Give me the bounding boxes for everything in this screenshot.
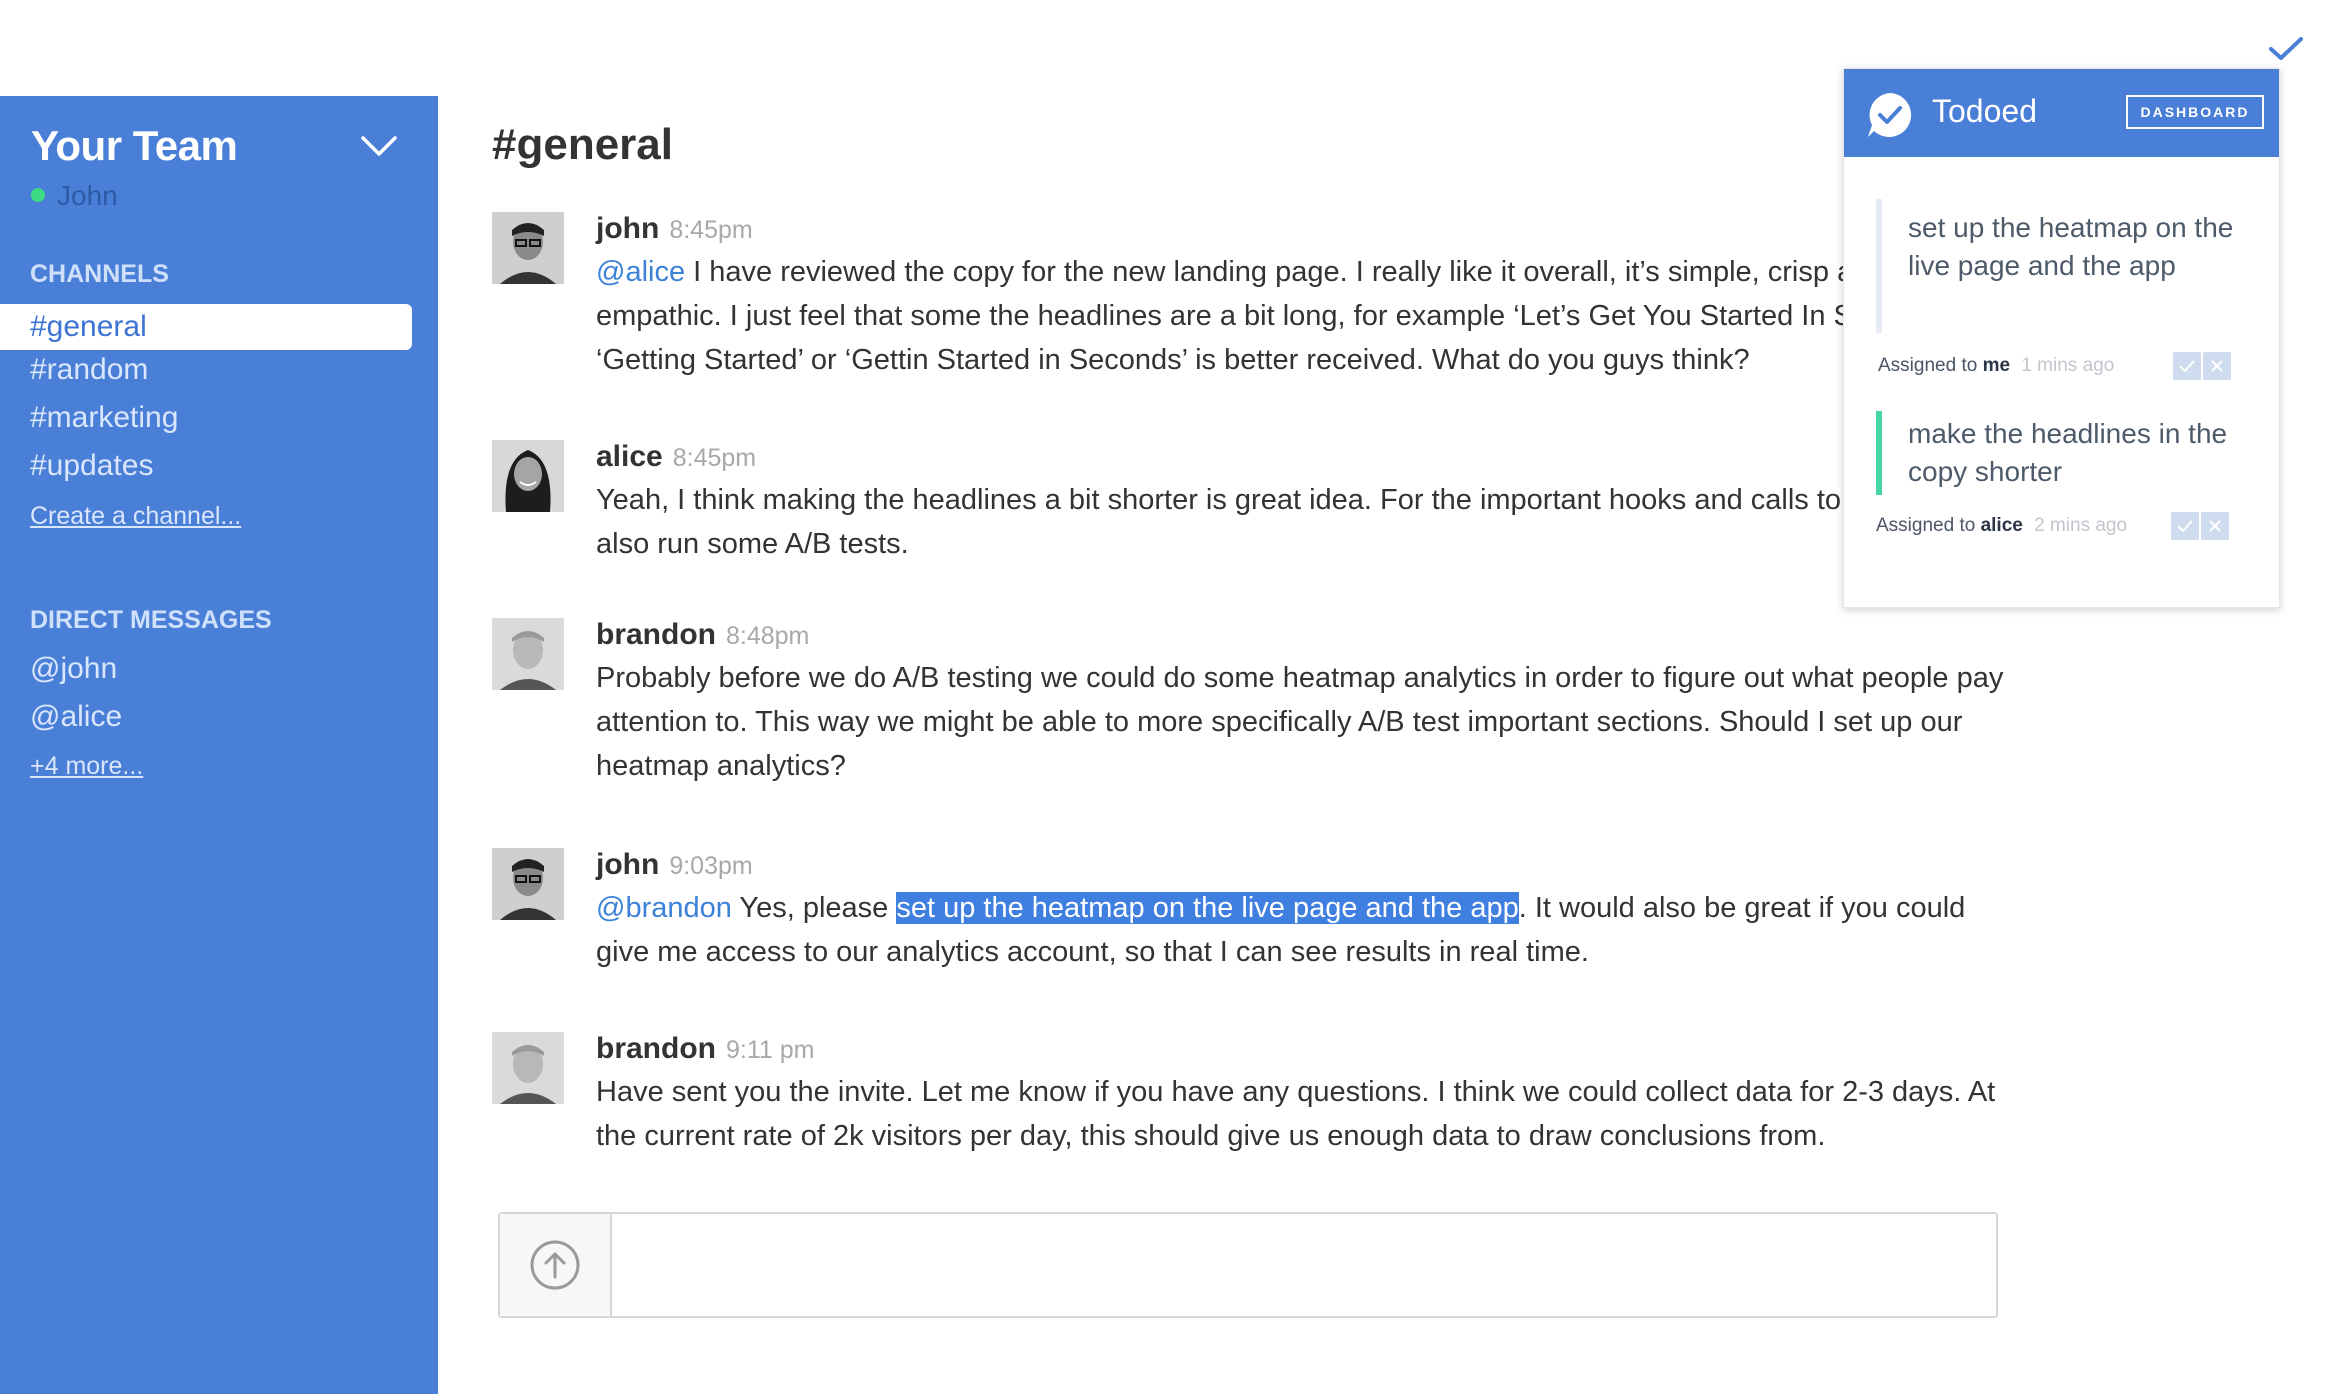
todoed-panel: Todoed DASHBOARD set up the heatmap on t… <box>1843 68 2280 608</box>
message-text-before: Yes, please <box>731 892 897 924</box>
todo-item[interactable]: make the headlines in the copy shorter <box>1876 411 2256 501</box>
direct-messages-heading: DIRECT MESSAGES <box>30 606 272 634</box>
online-status-icon <box>31 187 45 202</box>
message-text: Yeah, I think making the headlines a bit… <box>596 484 1958 560</box>
chevron-down-icon[interactable] <box>360 134 398 158</box>
mention-link[interactable]: @brandon <box>596 892 732 924</box>
channel-updates[interactable]: #updates <box>30 449 153 483</box>
check-icon <box>2179 360 2195 372</box>
message-body: brandon 9:11 pm Have sent you the invite.… <box>596 1032 2016 1158</box>
message-author[interactable]: john <box>596 848 659 881</box>
channel-random[interactable]: #random <box>30 353 148 387</box>
message-author[interactable]: brandon <box>596 618 716 651</box>
dm-john[interactable]: @john <box>30 652 117 686</box>
dismiss-task-button[interactable] <box>2203 352 2231 380</box>
selected-text-highlight[interactable]: set up the heatmap on the live page and … <box>896 892 1519 924</box>
more-dms-link[interactable]: +4 more... <box>30 752 143 781</box>
channels-heading: CHANNELS <box>30 260 169 288</box>
dm-alice[interactable]: @alice <box>30 700 122 734</box>
todo-time-ago: 2 mins ago <box>2034 515 2128 536</box>
todo-status-bar <box>1876 199 1882 333</box>
message-author[interactable]: alice <box>596 440 663 473</box>
message-body: alice 8:45pm Yeah, I think making the hea… <box>596 440 2016 566</box>
dashboard-button[interactable]: DASHBOARD <box>2126 95 2264 129</box>
avatar-alice[interactable] <box>492 440 564 512</box>
complete-task-button[interactable] <box>2173 352 2201 380</box>
channel-title: #general <box>492 120 673 169</box>
avatar-brandon[interactable] <box>492 1032 564 1104</box>
complete-task-button[interactable] <box>2171 512 2199 540</box>
message-text: Probably before we do A/B testing we cou… <box>596 662 2004 782</box>
sidebar: Your Team John CHANNELS #general #random… <box>0 96 438 1394</box>
message-body: john 9:03pm @brandon Yes, please set up t… <box>596 848 2016 974</box>
create-channel-link[interactable]: Create a channel... <box>30 502 241 531</box>
todo-time-ago: 1 mins ago <box>2021 355 2115 376</box>
avatar-john[interactable] <box>492 212 564 284</box>
team-name[interactable]: Your Team <box>31 122 238 170</box>
todo-assignee: alice <box>1980 515 2023 536</box>
message-body: brandon 8:48pm Probably before we do A/B … <box>596 618 2016 788</box>
todoed-title: Todoed <box>1932 93 2037 129</box>
check-icon <box>2177 520 2193 532</box>
message-composer <box>498 1212 1998 1318</box>
todo-assignee: me <box>1982 355 2011 376</box>
todo-assigned-prefix: Assigned to <box>1876 515 1976 536</box>
avatar-brandon[interactable] <box>492 618 564 690</box>
message-input[interactable] <box>612 1214 1996 1316</box>
todo-status-bar <box>1876 411 1882 495</box>
current-user: John <box>31 180 118 212</box>
todo-text: set up the heatmap on the live page and … <box>1908 212 2234 281</box>
message-text-content: I have reviewed the copy for the new lan… <box>596 256 2000 376</box>
todo-meta: Assigned to me 1 mins ago <box>1878 355 2114 377</box>
message-body: john 8:45pm @alice I have reviewed the co… <box>596 212 2016 382</box>
check-icon[interactable] <box>2268 36 2304 62</box>
message-author[interactable]: john <box>596 212 659 245</box>
todoed-logo-icon <box>1868 93 1912 137</box>
dismiss-task-button[interactable] <box>2201 512 2229 540</box>
todo-assigned-prefix: Assigned to <box>1878 355 1978 376</box>
todo-text: make the headlines in the copy shorter <box>1908 418 2228 487</box>
todo-meta: Assigned to alice 2 mins ago <box>1876 515 2127 537</box>
message-time: 8:45pm <box>669 216 753 244</box>
message-time: 9:11 pm <box>726 1036 815 1064</box>
current-user-name: John <box>57 180 118 211</box>
message-text: Have sent you the invite. Let me know if… <box>596 1076 1996 1152</box>
todo-item[interactable]: set up the heatmap on the live page and … <box>1876 199 2256 359</box>
message-time: 9:03pm <box>669 852 753 880</box>
message-time: 8:45pm <box>672 444 757 472</box>
channel-general[interactable]: #general <box>0 304 412 350</box>
close-icon <box>2209 520 2221 532</box>
message-text: @brandon Yes, please set up the heatmap … <box>596 886 2016 974</box>
upload-button[interactable] <box>500 1214 612 1316</box>
message-author[interactable]: brandon <box>596 1032 716 1065</box>
mention-link[interactable]: @alice <box>596 256 685 288</box>
message-text: @alice I have reviewed the copy for the … <box>596 250 2016 382</box>
channel-marketing[interactable]: #marketing <box>30 401 178 435</box>
upload-icon <box>530 1240 580 1290</box>
message-time: 8:48pm <box>726 622 810 650</box>
avatar-john[interactable] <box>492 848 564 920</box>
close-icon <box>2211 360 2223 372</box>
todoed-header: Todoed DASHBOARD <box>1844 69 2279 157</box>
